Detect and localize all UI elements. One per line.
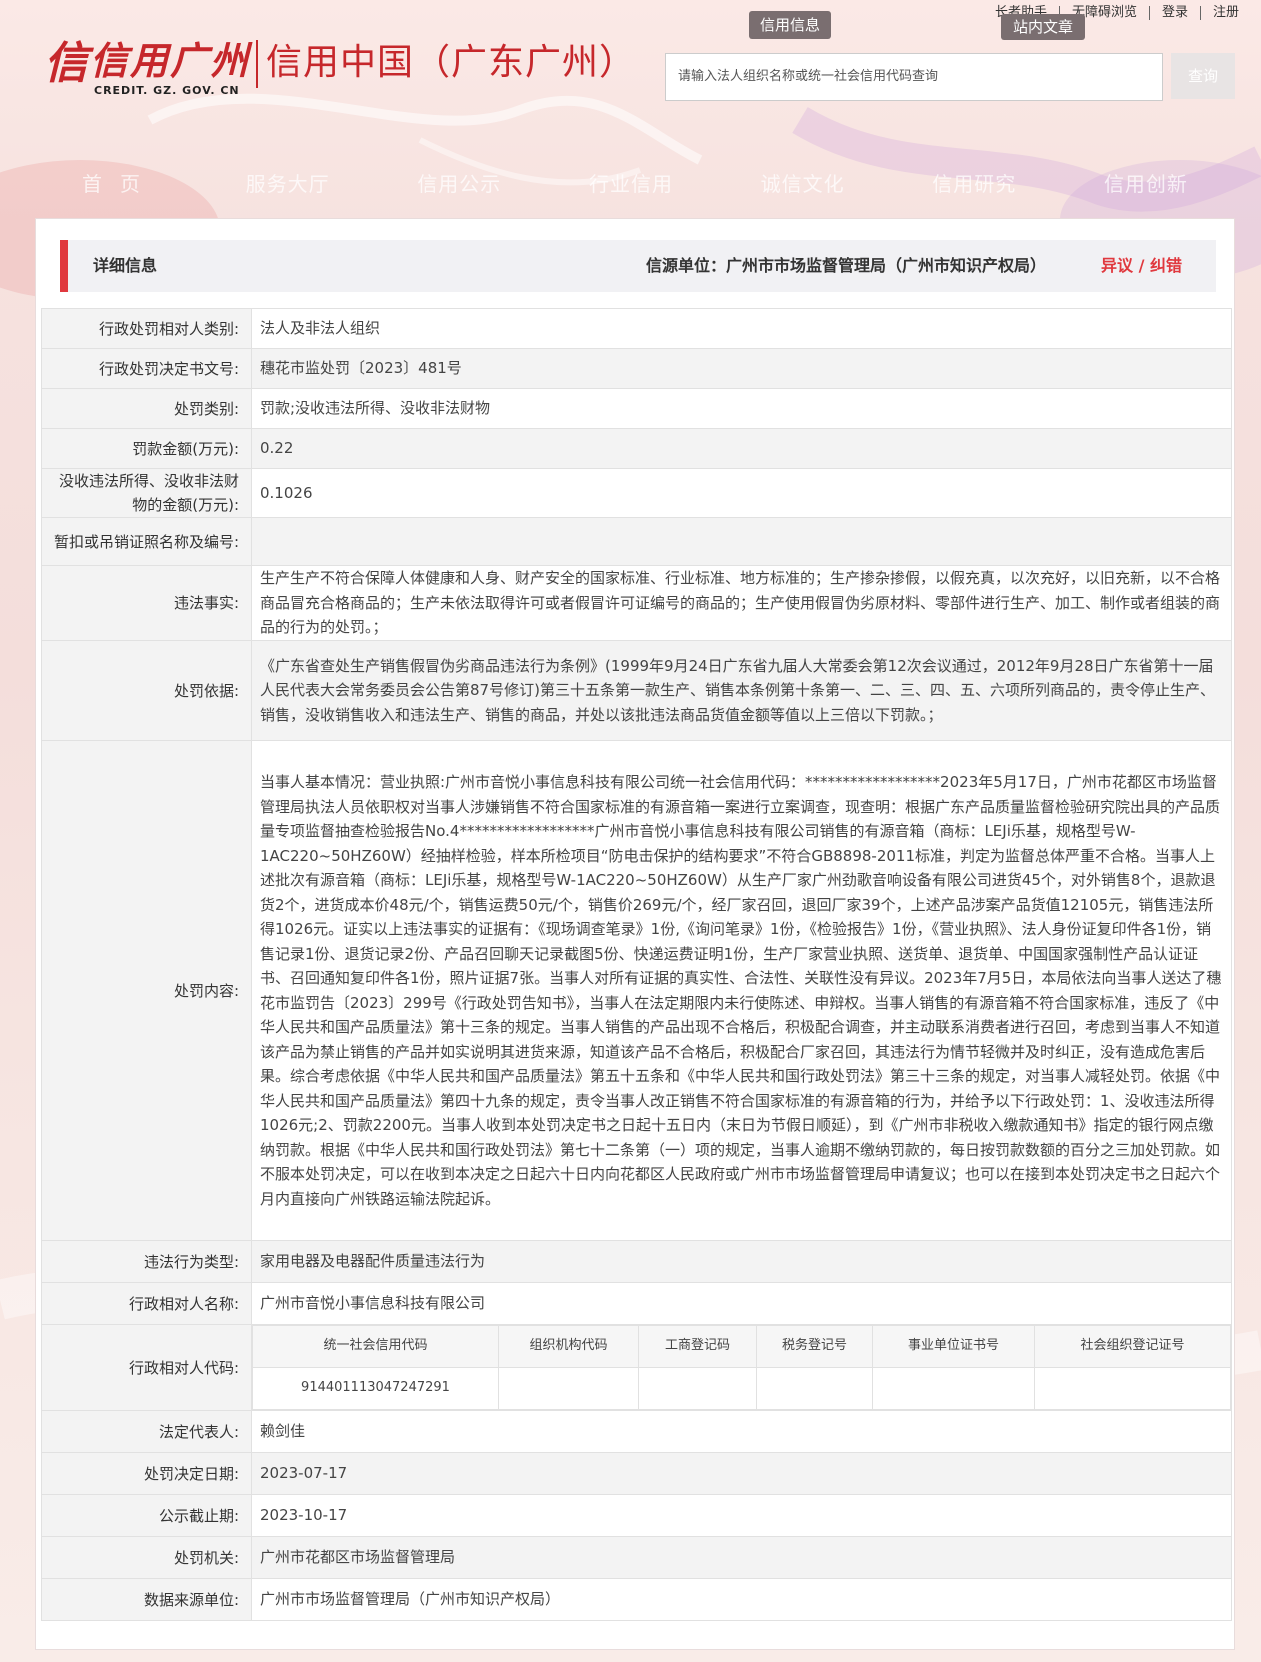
code-value	[498, 1367, 639, 1410]
field-value: 赖剑佳	[251, 1410, 1232, 1453]
field-label: 行政处罚相对人类别:	[41, 308, 252, 349]
field-value: 0.22	[251, 428, 1232, 469]
table-row: 处罚决定日期: 2023-07-17	[41, 1452, 1232, 1495]
field-label: 处罚内容:	[41, 740, 252, 1241]
code-value	[638, 1367, 757, 1410]
field-label: 罚款金额(万元):	[41, 428, 252, 469]
field-value: 2023-10-17	[251, 1494, 1232, 1537]
tab-site-articles[interactable]: 站内文章	[1001, 14, 1085, 40]
table-row: 数据来源单位: 广州市市场监督管理局（广州市知识产权局）	[41, 1578, 1232, 1621]
logo-domain: CREDIT. GZ. GOV. CN	[94, 84, 240, 97]
code-table: 统一社会信用代码 组织机构代码 工商登记码 税务登记号 事业单位证书号 社会组织…	[252, 1325, 1231, 1410]
penalty-info-table: 行政处罚相对人类别: 法人及非法人组织 行政处罚决定书文号: 穗花市监处罚〔20…	[41, 308, 1232, 1621]
field-label: 违法事实:	[41, 565, 252, 641]
field-value: 广州市花都区市场监督管理局	[251, 1536, 1232, 1579]
field-label: 处罚依据:	[41, 640, 252, 741]
code-header: 工商登记码	[638, 1325, 757, 1368]
field-value: 广州市音悦小事信息科技有限公司	[251, 1282, 1232, 1325]
field-value: 0.1026	[251, 468, 1232, 518]
nav-home[interactable]: 首页	[60, 168, 180, 197]
logo-emblem-icon: 信	[44, 38, 88, 89]
code-value	[756, 1367, 873, 1410]
field-label: 数据来源单位:	[41, 1578, 252, 1621]
login-link[interactable]: 登录	[1150, 6, 1201, 20]
field-value: 《广东省查处生产销售假冒伪劣商品违法行为条例》(1999年9月24日广东省九届人…	[251, 640, 1232, 741]
nav-integrity-culture[interactable]: 诚信文化	[739, 168, 867, 197]
table-row: 罚款金额(万元): 0.22	[41, 428, 1232, 469]
field-label: 处罚类别:	[41, 388, 252, 429]
site-logo[interactable]: 信 信用广州 CREDIT. GZ. GOV. CN 信用中国（广东广州）	[44, 36, 636, 106]
field-value	[251, 517, 1232, 566]
code-header-row: 统一社会信用代码 组织机构代码 工商登记码 税务登记号 事业单位证书号 社会组织…	[252, 1325, 1231, 1368]
field-value: 穗花市监处罚〔2023〕481号	[251, 348, 1232, 389]
field-value: 当事人基本情况：营业执照:广州市音悦小事信息科技有限公司统一社会信用代码：***…	[251, 740, 1232, 1241]
table-row: 违法行为类型: 家用电器及电器配件质量违法行为	[41, 1240, 1232, 1283]
search-input[interactable]: 请输入法人组织名称或统一社会信用代码查询	[665, 53, 1163, 101]
table-row: 行政处罚相对人类别: 法人及非法人组织	[41, 308, 1232, 349]
field-label: 没收违法所得、没收非法财物的金额(万元):	[41, 468, 252, 518]
search-button[interactable]: 查询	[1171, 53, 1235, 99]
field-value: 罚款;没收违法所得、没收非法财物	[251, 388, 1232, 429]
table-row: 处罚内容: 当事人基本情况：营业执照:广州市音悦小事信息科技有限公司统一社会信用…	[41, 740, 1232, 1241]
table-row: 处罚机关: 广州市花都区市场监督管理局	[41, 1536, 1232, 1579]
table-row: 处罚依据: 《广东省查处生产销售假冒伪劣商品违法行为条例》(1999年9月24日…	[41, 640, 1232, 741]
field-value: 2023-07-17	[251, 1452, 1232, 1495]
table-row: 处罚类别: 罚款;没收违法所得、没收非法财物	[41, 388, 1232, 429]
field-label: 处罚机关:	[41, 1536, 252, 1579]
field-value: 生产生产不符合保障人体健康和人身、财产安全的国家标准、行业标准、地方标准的；生产…	[251, 565, 1232, 641]
detail-header: 详细信息 信源单位：广州市市场监督管理局（广州市知识产权局） 异议 / 纠错	[60, 240, 1216, 292]
code-value	[872, 1367, 1035, 1410]
nav-credit-research[interactable]: 信用研究	[910, 168, 1038, 197]
field-value: 广州市市场监督管理局（广州市知识产权局）	[251, 1578, 1232, 1621]
table-row: 法定代表人: 赖剑佳	[41, 1410, 1232, 1453]
field-label: 处罚决定日期:	[41, 1452, 252, 1495]
field-label: 法定代表人:	[41, 1410, 252, 1453]
field-label: 行政处罚决定书文号:	[41, 348, 252, 389]
field-label: 行政相对人名称:	[41, 1282, 252, 1325]
table-row: 没收违法所得、没收非法财物的金额(万元): 0.1026	[41, 468, 1232, 518]
code-header: 组织机构代码	[498, 1325, 639, 1368]
logo-subtitle: 信用中国（广东广州）	[266, 42, 637, 83]
table-row: 行政相对人代码: 统一社会信用代码 组织机构代码 工商登记码 税务登记号 事业单…	[41, 1324, 1232, 1411]
main-nav: 首页 服务大厅 信用公示 行业信用 诚信文化 信用研究 信用创新	[60, 168, 1210, 197]
nav-service-hall[interactable]: 服务大厅	[224, 168, 352, 197]
nav-credit-innovation[interactable]: 信用创新	[1082, 168, 1210, 197]
field-value: 家用电器及电器配件质量违法行为	[251, 1240, 1232, 1283]
detail-title: 详细信息	[93, 256, 158, 275]
field-label: 违法行为类型:	[41, 1240, 252, 1283]
field-value: 法人及非法人组织	[251, 308, 1232, 349]
table-row: 违法事实: 生产生产不符合保障人体健康和人身、财产安全的国家标准、行业标准、地方…	[41, 565, 1232, 641]
tab-credit-info[interactable]: 信用信息	[749, 11, 831, 39]
header-accent-bar	[60, 240, 68, 292]
code-header: 税务登记号	[756, 1325, 873, 1368]
code-cell: 统一社会信用代码 组织机构代码 工商登记码 税务登记号 事业单位证书号 社会组织…	[251, 1324, 1232, 1411]
code-value: 914401113047247291	[252, 1367, 499, 1410]
code-header: 事业单位证书号	[872, 1325, 1035, 1368]
table-row: 行政处罚决定书文号: 穗花市监处罚〔2023〕481号	[41, 348, 1232, 389]
field-label: 行政相对人代码:	[41, 1324, 252, 1411]
register-link[interactable]: 注册	[1201, 6, 1251, 20]
source-unit: 信源单位：广州市市场监督管理局（广州市知识产权局）	[645, 256, 1046, 275]
detail-card: 详细信息 信源单位：广州市市场监督管理局（广州市知识产权局） 异议 / 纠错 行…	[35, 218, 1235, 1650]
table-row: 行政相对人名称: 广州市音悦小事信息科技有限公司	[41, 1282, 1232, 1325]
logo-divider	[256, 40, 259, 88]
objection-correction-link[interactable]: 异议 / 纠错	[1101, 240, 1182, 292]
nav-industry-credit[interactable]: 行业信用	[567, 168, 695, 197]
nav-credit-publicity[interactable]: 信用公示	[395, 168, 523, 197]
field-label: 公示截止期:	[41, 1494, 252, 1537]
code-value-row: 914401113047247291	[252, 1367, 1231, 1410]
code-header: 统一社会信用代码	[252, 1325, 499, 1368]
field-label: 暂扣或吊销证照名称及编号:	[41, 517, 252, 566]
table-row: 暂扣或吊销证照名称及编号:	[41, 517, 1232, 566]
code-header: 社会组织登记证号	[1034, 1325, 1231, 1368]
table-row: 公示截止期: 2023-10-17	[41, 1494, 1232, 1537]
logo-title: 信用广州	[90, 39, 251, 83]
code-value	[1034, 1367, 1231, 1410]
